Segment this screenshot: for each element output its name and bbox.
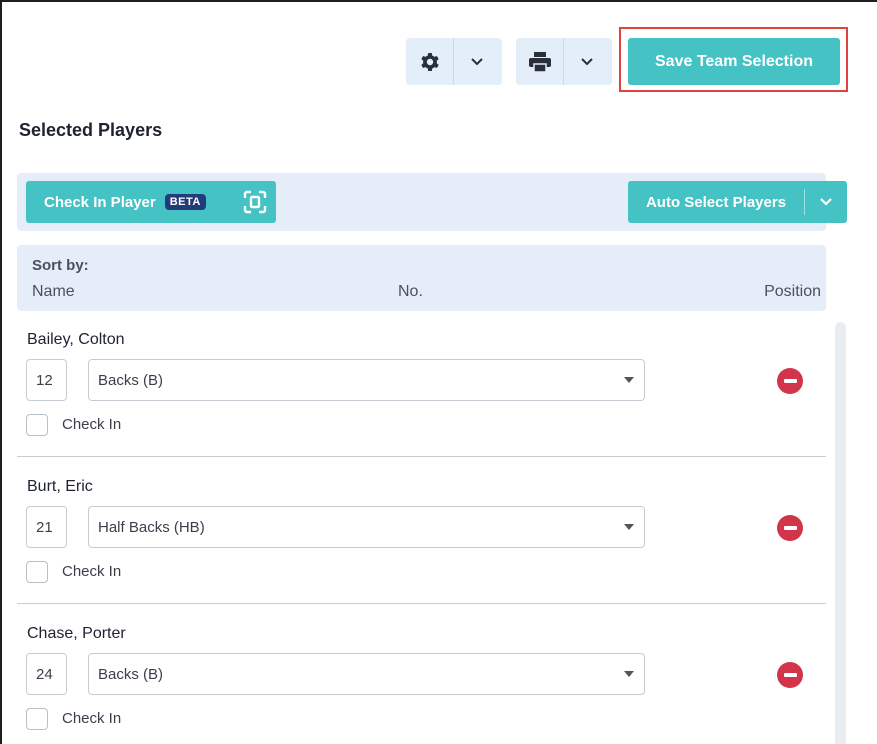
- position-value: Backs (B): [98, 665, 164, 683]
- remove-player-icon[interactable]: [777, 368, 803, 394]
- remove-player-icon[interactable]: [777, 515, 803, 541]
- beta-badge: BETA: [164, 194, 206, 210]
- position-value: Half Backs (HB): [98, 518, 205, 536]
- player-number-input[interactable]: 21: [26, 506, 67, 548]
- sort-header: Sort by: Name No. Position: [17, 245, 826, 311]
- check-in-label: Check In: [62, 710, 122, 727]
- scrollbar[interactable]: [835, 322, 846, 744]
- player-row: Burt, Eric 21 Half Backs (HB) Check In: [17, 467, 826, 614]
- chevron-down-icon[interactable]: [804, 189, 846, 215]
- sort-name-column[interactable]: Name: [32, 283, 75, 301]
- player-row: Chase, Porter 24 Backs (B) Check In: [17, 614, 826, 744]
- action-bar: Check In Player BETA Auto Select Players: [17, 173, 847, 231]
- check-in-checkbox[interactable]: [26, 708, 48, 730]
- sort-number-column[interactable]: No.: [398, 283, 423, 301]
- player-name: Chase, Porter: [27, 625, 126, 642]
- dropdown-arrow-icon: [624, 671, 634, 677]
- dropdown-arrow-icon: [624, 524, 634, 530]
- check-in-player-label: Check In Player: [44, 193, 156, 211]
- player-number-input[interactable]: 24: [26, 653, 67, 695]
- player-number-input[interactable]: 12: [26, 359, 67, 401]
- chevron-down-icon[interactable]: [453, 38, 500, 85]
- remove-player-icon[interactable]: [777, 662, 803, 688]
- sort-position-column[interactable]: Position: [764, 283, 821, 301]
- scan-icon: [243, 190, 267, 214]
- check-in-player-button[interactable]: Check In Player BETA: [26, 181, 276, 223]
- check-in-label: Check In: [62, 563, 122, 580]
- gear-icon[interactable]: [406, 38, 453, 85]
- auto-select-players-button[interactable]: Auto Select Players: [628, 181, 847, 223]
- print-menu[interactable]: [516, 38, 612, 85]
- position-select[interactable]: Backs (B): [88, 359, 645, 401]
- position-select[interactable]: Half Backs (HB): [88, 506, 645, 548]
- save-team-selection-button[interactable]: Save Team Selection: [628, 38, 840, 85]
- check-in-label: Check In: [62, 416, 122, 433]
- check-in-checkbox[interactable]: [26, 414, 48, 436]
- position-value: Backs (B): [98, 371, 164, 389]
- sort-label: Sort by:: [32, 257, 89, 274]
- row-divider: [17, 603, 826, 604]
- settings-menu[interactable]: [406, 38, 502, 85]
- position-select[interactable]: Backs (B): [88, 653, 645, 695]
- check-in-checkbox[interactable]: [26, 561, 48, 583]
- row-divider: [17, 456, 826, 457]
- player-name: Bailey, Colton: [27, 331, 125, 348]
- dropdown-arrow-icon: [624, 377, 634, 383]
- player-row: Bailey, Colton 12 Backs (B) Check In: [17, 320, 826, 467]
- section-title: Selected Players: [19, 120, 163, 140]
- printer-icon[interactable]: [516, 38, 563, 85]
- player-name: Burt, Eric: [27, 478, 93, 495]
- chevron-down-icon[interactable]: [563, 38, 610, 85]
- auto-select-label: Auto Select Players: [645, 193, 787, 211]
